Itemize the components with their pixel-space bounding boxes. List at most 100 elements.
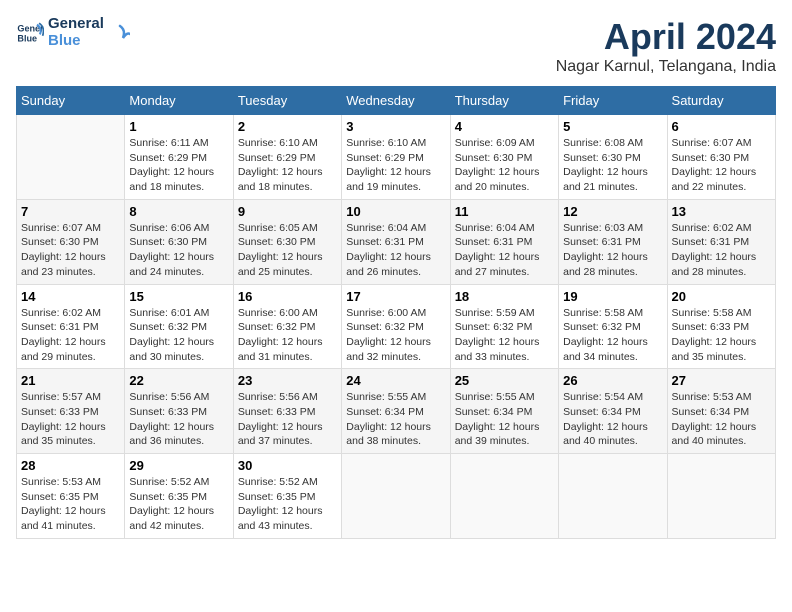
svg-text:Blue: Blue: [17, 33, 37, 43]
calendar-cell: 18 Sunrise: 5:59 AMSunset: 6:32 PMDayligh…: [450, 284, 558, 369]
month-title: April 2024: [556, 16, 776, 58]
calendar-cell: [17, 115, 125, 200]
day-number: 13: [672, 204, 771, 219]
location-title: Nagar Karnul, Telangana, India: [556, 58, 776, 76]
logo-blue: Blue: [48, 33, 104, 50]
calendar-cell: 21 Sunrise: 5:57 AMSunset: 6:33 PMDayligh…: [17, 369, 125, 454]
day-detail: Sunrise: 5:55 AMSunset: 6:34 PMDaylight:…: [346, 390, 445, 449]
day-detail: Sunrise: 6:10 AMSunset: 6:29 PMDaylight:…: [346, 136, 445, 195]
day-number: 8: [129, 204, 228, 219]
day-number: 29: [129, 458, 228, 473]
day-number: 24: [346, 373, 445, 388]
day-number: 22: [129, 373, 228, 388]
calendar-cell: 16 Sunrise: 6:00 AMSunset: 6:32 PMDayligh…: [233, 284, 341, 369]
calendar-cell: 23 Sunrise: 5:56 AMSunset: 6:33 PMDayligh…: [233, 369, 341, 454]
day-number: 10: [346, 204, 445, 219]
day-number: 12: [563, 204, 662, 219]
day-number: 26: [563, 373, 662, 388]
calendar-cell: 4 Sunrise: 6:09 AMSunset: 6:30 PMDaylight…: [450, 115, 558, 200]
weekday-header: Friday: [559, 87, 667, 115]
calendar-cell: 6 Sunrise: 6:07 AMSunset: 6:30 PMDaylight…: [667, 115, 775, 200]
day-detail: Sunrise: 5:55 AMSunset: 6:34 PMDaylight:…: [455, 390, 554, 449]
calendar-cell: 5Sunrise: 6:08 AMSunset: 6:30 PMDaylight…: [559, 115, 667, 200]
day-detail: Sunrise: 6:07 AMSunset: 6:30 PMDaylight:…: [21, 221, 120, 280]
calendar-cell: 25 Sunrise: 5:55 AMSunset: 6:34 PMDayligh…: [450, 369, 558, 454]
logo-wave-icon: [108, 22, 130, 44]
day-number: 23: [238, 373, 337, 388]
day-number: 17: [346, 289, 445, 304]
calendar-week-row: 7 Sunrise: 6:07 AMSunset: 6:30 PMDaylight…: [17, 199, 776, 284]
calendar-cell: 8 Sunrise: 6:06 AMSunset: 6:30 PMDaylight…: [125, 199, 233, 284]
day-detail: Sunrise: 5:57 AMSunset: 6:33 PMDaylight:…: [21, 390, 120, 449]
day-number: 19: [563, 289, 662, 304]
day-detail: Sunrise: 6:03 AMSunset: 6:31 PMDaylight:…: [563, 221, 662, 280]
day-detail: Sunrise: 5:58 AMSunset: 6:32 PMDaylight:…: [563, 306, 662, 365]
calendar-cell: 29 Sunrise: 5:52 AMSunset: 6:35 PMDayligh…: [125, 454, 233, 539]
day-detail: Sunrise: 5:56 AMSunset: 6:33 PMDaylight:…: [238, 390, 337, 449]
calendar-cell: [450, 454, 558, 539]
calendar-cell: [667, 454, 775, 539]
day-number: 25: [455, 373, 554, 388]
calendar-table: SundayMondayTuesdayWednesdayThursdayFrid…: [16, 86, 776, 539]
calendar-cell: 26Sunrise: 5:54 AMSunset: 6:34 PMDayligh…: [559, 369, 667, 454]
day-detail: Sunrise: 6:09 AMSunset: 6:30 PMDaylight:…: [455, 136, 554, 195]
calendar-cell: 11 Sunrise: 6:04 AMSunset: 6:31 PMDayligh…: [450, 199, 558, 284]
weekday-header: Monday: [125, 87, 233, 115]
day-number: 4: [455, 119, 554, 134]
calendar-cell: 27Sunrise: 5:53 AMSunset: 6:34 PMDayligh…: [667, 369, 775, 454]
day-detail: Sunrise: 6:00 AMSunset: 6:32 PMDaylight:…: [238, 306, 337, 365]
weekday-header: Wednesday: [342, 87, 450, 115]
day-detail: Sunrise: 6:02 AMSunset: 6:31 PMDaylight:…: [21, 306, 120, 365]
day-detail: Sunrise: 6:02 AMSunset: 6:31 PMDaylight:…: [672, 221, 771, 280]
day-number: 11: [455, 204, 554, 219]
day-detail: Sunrise: 5:56 AMSunset: 6:33 PMDaylight:…: [129, 390, 228, 449]
day-number: 5: [563, 119, 662, 134]
day-number: 21: [21, 373, 120, 388]
day-number: 16: [238, 289, 337, 304]
weekday-header: Sunday: [17, 87, 125, 115]
calendar-cell: 28 Sunrise: 5:53 AMSunset: 6:35 PMDayligh…: [17, 454, 125, 539]
day-detail: Sunrise: 5:59 AMSunset: 6:32 PMDaylight:…: [455, 306, 554, 365]
day-number: 9: [238, 204, 337, 219]
day-number: 18: [455, 289, 554, 304]
day-detail: Sunrise: 5:53 AMSunset: 6:35 PMDaylight:…: [21, 475, 120, 534]
calendar-cell: [559, 454, 667, 539]
weekday-header-row: SundayMondayTuesdayWednesdayThursdayFrid…: [17, 87, 776, 115]
day-detail: Sunrise: 6:07 AMSunset: 6:30 PMDaylight:…: [672, 136, 771, 195]
day-number: 1: [129, 119, 228, 134]
day-number: 28: [21, 458, 120, 473]
calendar-cell: 3Sunrise: 6:10 AMSunset: 6:29 PMDaylight…: [342, 115, 450, 200]
calendar-cell: 19 Sunrise: 5:58 AMSunset: 6:32 PMDayligh…: [559, 284, 667, 369]
day-detail: Sunrise: 6:06 AMSunset: 6:30 PMDaylight:…: [129, 221, 228, 280]
day-detail: Sunrise: 5:53 AMSunset: 6:34 PMDaylight:…: [672, 390, 771, 449]
day-number: 30: [238, 458, 337, 473]
calendar-cell: 13 Sunrise: 6:02 AMSunset: 6:31 PMDayligh…: [667, 199, 775, 284]
day-detail: Sunrise: 5:52 AMSunset: 6:35 PMDaylight:…: [238, 475, 337, 534]
calendar-cell: 17Sunrise: 6:00 AMSunset: 6:32 PMDayligh…: [342, 284, 450, 369]
weekday-header: Thursday: [450, 87, 558, 115]
calendar-week-row: 1 Sunrise: 6:11 AMSunset: 6:29 PMDaylight…: [17, 115, 776, 200]
weekday-header: Saturday: [667, 87, 775, 115]
calendar-cell: 10Sunrise: 6:04 AMSunset: 6:31 PMDayligh…: [342, 199, 450, 284]
calendar-week-row: 21 Sunrise: 5:57 AMSunset: 6:33 PMDayligh…: [17, 369, 776, 454]
calendar-cell: 24 Sunrise: 5:55 AMSunset: 6:34 PMDayligh…: [342, 369, 450, 454]
day-detail: Sunrise: 6:11 AMSunset: 6:29 PMDaylight:…: [129, 136, 228, 195]
day-detail: Sunrise: 6:04 AMSunset: 6:31 PMDaylight:…: [455, 221, 554, 280]
calendar-cell: 20 Sunrise: 5:58 AMSunset: 6:33 PMDayligh…: [667, 284, 775, 369]
calendar-cell: 2Sunrise: 6:10 AMSunset: 6:29 PMDaylight…: [233, 115, 341, 200]
calendar-cell: 9Sunrise: 6:05 AMSunset: 6:30 PMDaylight…: [233, 199, 341, 284]
calendar-cell: 7 Sunrise: 6:07 AMSunset: 6:30 PMDaylight…: [17, 199, 125, 284]
weekday-header: Tuesday: [233, 87, 341, 115]
day-number: 6: [672, 119, 771, 134]
calendar-cell: 1 Sunrise: 6:11 AMSunset: 6:29 PMDaylight…: [125, 115, 233, 200]
day-detail: Sunrise: 5:58 AMSunset: 6:33 PMDaylight:…: [672, 306, 771, 365]
page-header: General Blue General Blue April 2024 Nag…: [16, 16, 776, 76]
day-detail: Sunrise: 5:52 AMSunset: 6:35 PMDaylight:…: [129, 475, 228, 534]
calendar-week-row: 28 Sunrise: 5:53 AMSunset: 6:35 PMDayligh…: [17, 454, 776, 539]
day-detail: Sunrise: 6:10 AMSunset: 6:29 PMDaylight:…: [238, 136, 337, 195]
day-number: 7: [21, 204, 120, 219]
calendar-cell: [342, 454, 450, 539]
day-number: 14: [21, 289, 120, 304]
calendar-week-row: 14 Sunrise: 6:02 AMSunset: 6:31 PMDayligh…: [17, 284, 776, 369]
day-number: 20: [672, 289, 771, 304]
